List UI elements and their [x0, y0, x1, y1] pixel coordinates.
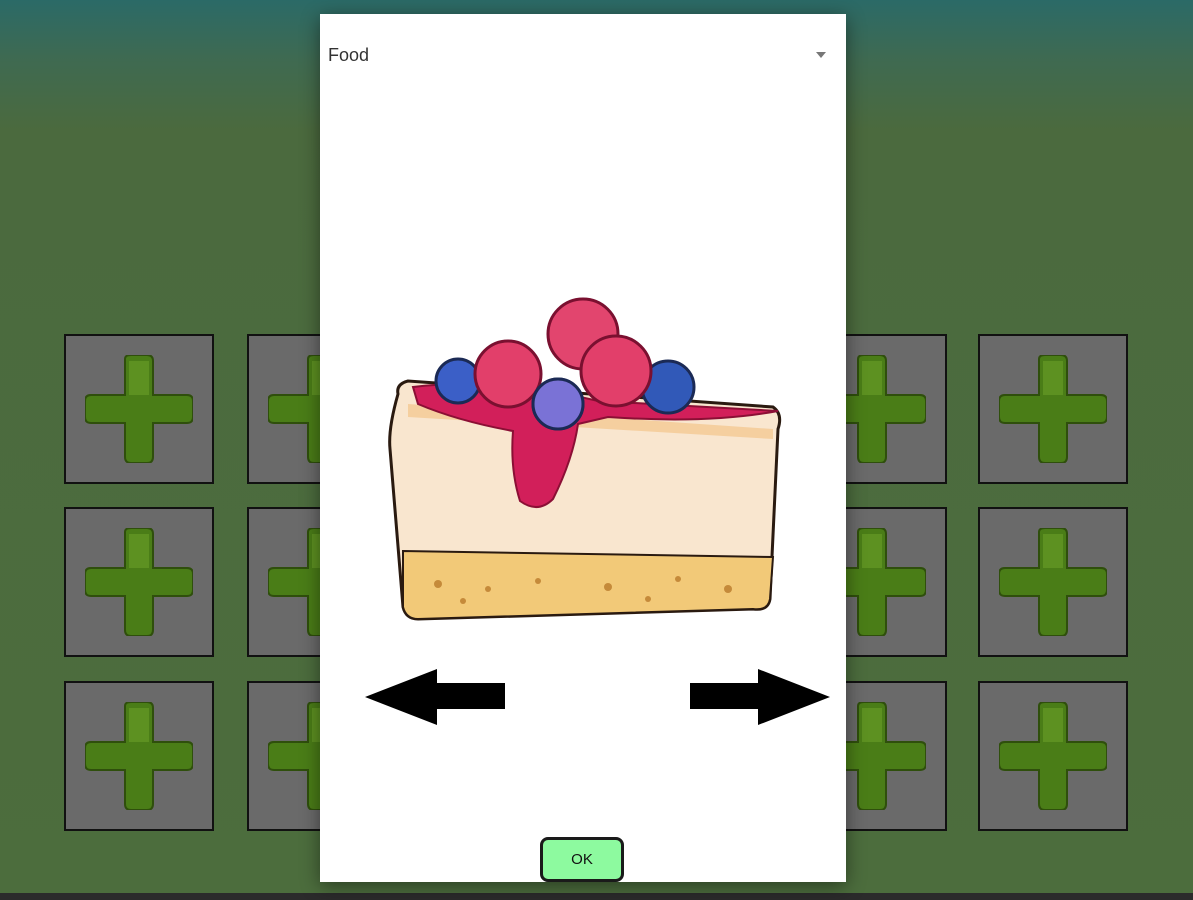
- add-plus-icon: [999, 702, 1107, 810]
- add-plus-icon: [85, 528, 193, 636]
- ok-button[interactable]: OK: [540, 837, 624, 882]
- category-dropdown[interactable]: Food: [320, 38, 846, 72]
- arrow-left-icon[interactable]: [365, 669, 507, 725]
- add-slot-tile[interactable]: [64, 334, 214, 484]
- add-slot-tile[interactable]: [978, 681, 1128, 831]
- add-plus-icon: [85, 355, 193, 463]
- chevron-down-icon: [816, 52, 826, 58]
- status-strip: [0, 893, 1193, 900]
- category-selected: Food: [328, 44, 370, 65]
- add-slot-tile[interactable]: [978, 507, 1128, 657]
- add-plus-icon: [85, 702, 193, 810]
- add-slot-tile[interactable]: [978, 334, 1128, 484]
- add-plus-icon: [999, 528, 1107, 636]
- cheesecake-image: [388, 297, 782, 621]
- add-slot-tile[interactable]: [64, 507, 214, 657]
- picture-picker-dialog: Food OK: [320, 14, 846, 882]
- add-slot-tile[interactable]: [64, 681, 214, 831]
- arrow-right-icon[interactable]: [688, 669, 830, 725]
- add-plus-icon: [999, 355, 1107, 463]
